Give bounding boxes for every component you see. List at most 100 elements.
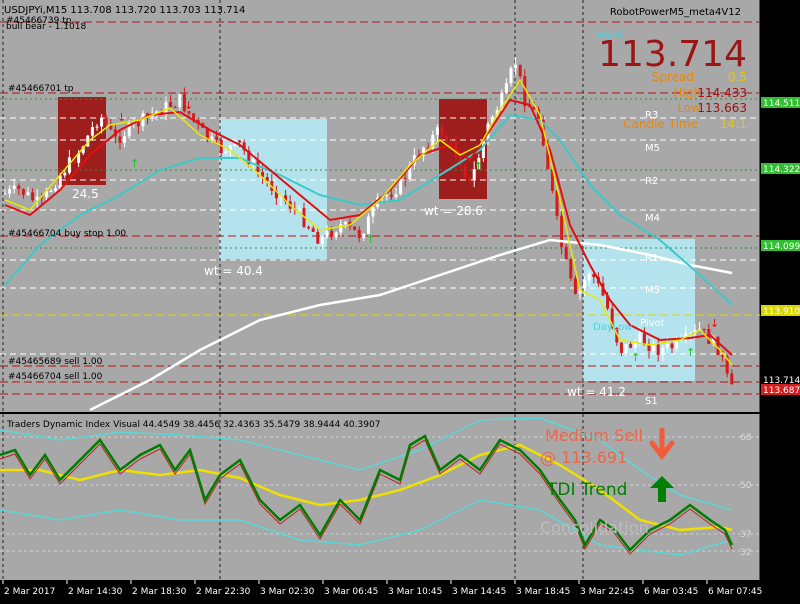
candle-body xyxy=(583,280,587,289)
spread-value: 0.5 xyxy=(728,70,747,84)
candle-body xyxy=(118,136,122,143)
box-label: wt = 41.2 xyxy=(567,385,626,399)
chart-window[interactable]: USDJPYi,M15 113.708 113.720 113.703 113.… xyxy=(0,0,800,600)
time-label: 3 Mar 22:45 xyxy=(580,587,634,597)
candle-body xyxy=(330,231,334,238)
candle-body xyxy=(629,343,633,348)
box-label: wt = 28.6 xyxy=(424,204,483,218)
arrow-up-icon: ↑ xyxy=(631,351,640,364)
price-label: 114.670 xyxy=(765,40,800,50)
candle-body xyxy=(449,141,453,143)
candle-body xyxy=(238,140,242,143)
candle-body xyxy=(399,178,403,195)
time-label: 2 Mar 22:30 xyxy=(196,587,251,597)
chart-canvas[interactable]: USDJPYi,M15 113.708 113.720 113.703 113.… xyxy=(0,0,800,600)
candle-body xyxy=(624,343,628,353)
candle-body xyxy=(518,64,522,77)
candle-body xyxy=(26,192,30,195)
candle-body xyxy=(716,336,720,355)
time-label: 2 Mar 18:30 xyxy=(132,587,187,597)
candle-body xyxy=(468,177,472,181)
candle-body xyxy=(100,117,104,127)
candle-body xyxy=(17,185,21,190)
pivot-label: M4 xyxy=(645,213,660,224)
candle-body xyxy=(573,278,577,294)
candle-body xyxy=(21,189,25,195)
candle-body xyxy=(123,136,127,143)
candle-body xyxy=(656,343,660,355)
candle-body xyxy=(3,193,7,195)
spread-label: Spread xyxy=(652,70,694,84)
price-label: 114.211 xyxy=(765,205,800,215)
candle-body xyxy=(463,166,467,178)
price-axis[interactable]: 114.795 114.670 114.545 114.417 114.211 114.0… xyxy=(760,7,800,413)
candle-body xyxy=(647,345,651,352)
candle-body xyxy=(638,333,642,343)
trend-text: TDI Trend xyxy=(546,480,627,500)
arrow-down-icon: ↓ xyxy=(117,111,126,124)
candle-body xyxy=(362,233,366,238)
candle-body xyxy=(371,207,375,217)
symbol-header: USDJPYi,M15 113.708 113.720 113.703 113.… xyxy=(4,5,245,16)
order-label: #45466701 tp xyxy=(8,84,74,94)
candle-body xyxy=(564,246,568,260)
arrow-down-icon: ↓ xyxy=(184,99,193,112)
indicator-plot-area[interactable] xyxy=(0,414,760,580)
time-label: 6 Mar 03:45 xyxy=(644,587,698,597)
indicator-axis-label: 37 xyxy=(740,530,751,540)
price-label: 113.640 xyxy=(765,403,800,413)
pivot-label: M5 xyxy=(645,143,660,154)
candle-body xyxy=(297,208,301,210)
low-value: 113.663 xyxy=(697,101,747,115)
candle-body xyxy=(394,194,398,197)
candle-body xyxy=(49,190,53,192)
watermark: Consolidation xyxy=(540,518,649,537)
candle-body xyxy=(58,175,62,189)
price-label: 114.545 xyxy=(765,73,800,83)
signal-price: @ 113.691 xyxy=(540,448,627,467)
indicator-title: Traders Dynamic Index Visual 44.4549 38.… xyxy=(6,420,380,430)
pivot-label: S1 xyxy=(645,396,658,407)
candle-body xyxy=(445,136,449,142)
candle-body xyxy=(665,343,669,349)
candle-body xyxy=(509,68,513,84)
time-label: 2 Mar 14:30 xyxy=(68,587,123,597)
price-label: 113.830 xyxy=(765,336,800,346)
candle-body xyxy=(12,185,16,190)
indicator-axis-label: 69.0948 xyxy=(764,418,800,428)
candle-body xyxy=(104,117,108,125)
pivot-label: M3 xyxy=(645,285,660,296)
candle-body xyxy=(661,348,665,355)
candle-body xyxy=(307,226,311,229)
time-label: 3 Mar 06:45 xyxy=(324,587,378,597)
time-label: 3 Mar 10:45 xyxy=(388,587,442,597)
indicator-axis-label: 32 xyxy=(740,548,751,558)
price-tag-label: 113.910 xyxy=(763,307,800,317)
candle-body xyxy=(136,121,140,127)
candle-body xyxy=(504,83,508,94)
order-label: #45466704 buy stop 1.00 xyxy=(8,229,126,239)
indicator-axis-label: 25.3112 xyxy=(764,568,800,578)
candle-body xyxy=(169,102,173,107)
candle-body xyxy=(210,136,214,140)
candle-body xyxy=(389,194,393,197)
time-label: 3 Mar 02:30 xyxy=(260,587,315,597)
candle-body xyxy=(54,188,58,191)
time-label: 3 Mar 14:45 xyxy=(452,587,506,597)
pivot-label: R2 xyxy=(645,176,658,187)
candle-body xyxy=(670,343,674,349)
arrow-down-icon: ↓ xyxy=(710,317,719,330)
price-tag-label: 114.322 xyxy=(763,165,800,175)
price-tag-label: 114.511 xyxy=(763,99,800,109)
price-label: 113.799 xyxy=(765,347,800,357)
arrow-up-icon: ↑ xyxy=(686,346,695,359)
candle-body xyxy=(224,151,228,154)
indicator-name: RobotPowerM5_meta4V12 xyxy=(610,7,741,18)
candle-body xyxy=(320,236,324,244)
candle-body xyxy=(569,259,573,279)
candle-time-value: 14:1 xyxy=(720,117,747,131)
candle-body xyxy=(385,194,389,197)
box-label: 24.5 xyxy=(72,187,99,201)
order-label: bull bear - 1.1018 xyxy=(6,22,86,32)
candle-body xyxy=(173,106,177,108)
